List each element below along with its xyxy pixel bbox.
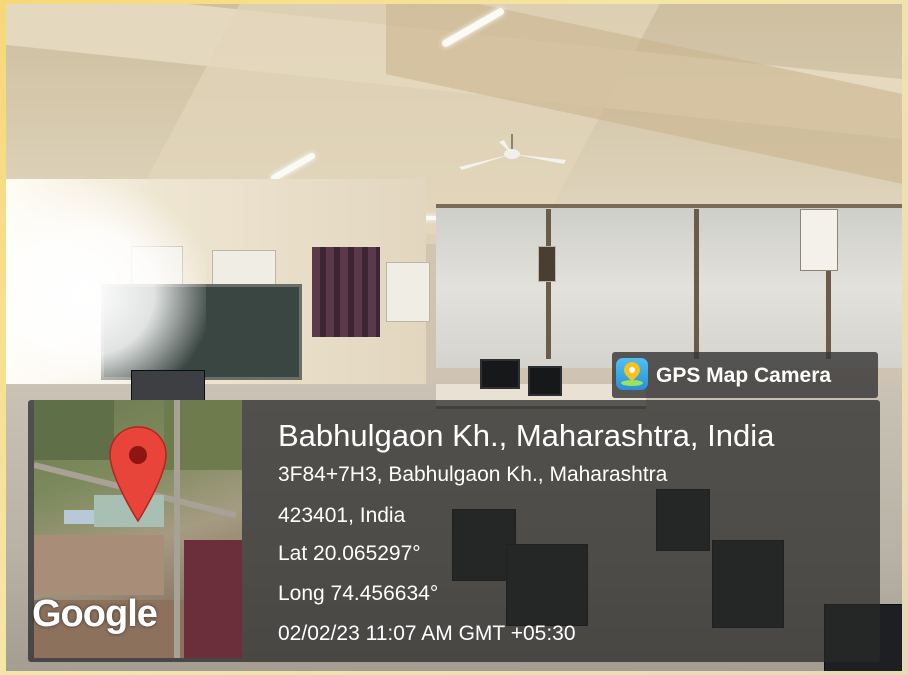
partition-frame bbox=[694, 209, 699, 359]
longitude: Long 74.456634° bbox=[278, 582, 439, 605]
map-field bbox=[34, 400, 114, 460]
gps-map-camera-icon bbox=[616, 358, 648, 390]
map-pin-icon bbox=[109, 426, 167, 523]
window-curtain bbox=[312, 247, 380, 337]
photo-frame: GPS Map Camera Google Babhulgaon Kh., Ma… bbox=[0, 0, 908, 675]
wall-portrait bbox=[538, 246, 556, 282]
map-field bbox=[184, 540, 242, 658]
computer-monitor bbox=[528, 366, 562, 396]
portrait-frame bbox=[800, 209, 838, 271]
wall-chart bbox=[212, 250, 276, 288]
google-logo: Google bbox=[32, 593, 158, 635]
map-building bbox=[64, 510, 94, 524]
address-line-1: 3F84+7H3, Babhulgaon Kh., Maharashtra bbox=[278, 463, 668, 486]
icon-pin bbox=[620, 358, 644, 382]
ceiling-fan bbox=[459, 134, 566, 170]
computer-monitor bbox=[480, 359, 520, 389]
map-road bbox=[174, 400, 180, 658]
wall-chart bbox=[386, 262, 430, 322]
address-line-2: 423401, India bbox=[278, 504, 406, 527]
timestamp: 02/02/23 11:07 AM GMT +05:30 bbox=[278, 622, 576, 645]
latitude: Lat 20.065297° bbox=[278, 542, 421, 565]
place-name: Babhulgaon Kh., Maharashtra, India bbox=[278, 418, 775, 453]
cpu-tower bbox=[131, 370, 205, 404]
app-name: GPS Map Camera bbox=[656, 364, 832, 387]
partition-frame bbox=[546, 209, 551, 359]
map-field bbox=[34, 535, 164, 595]
